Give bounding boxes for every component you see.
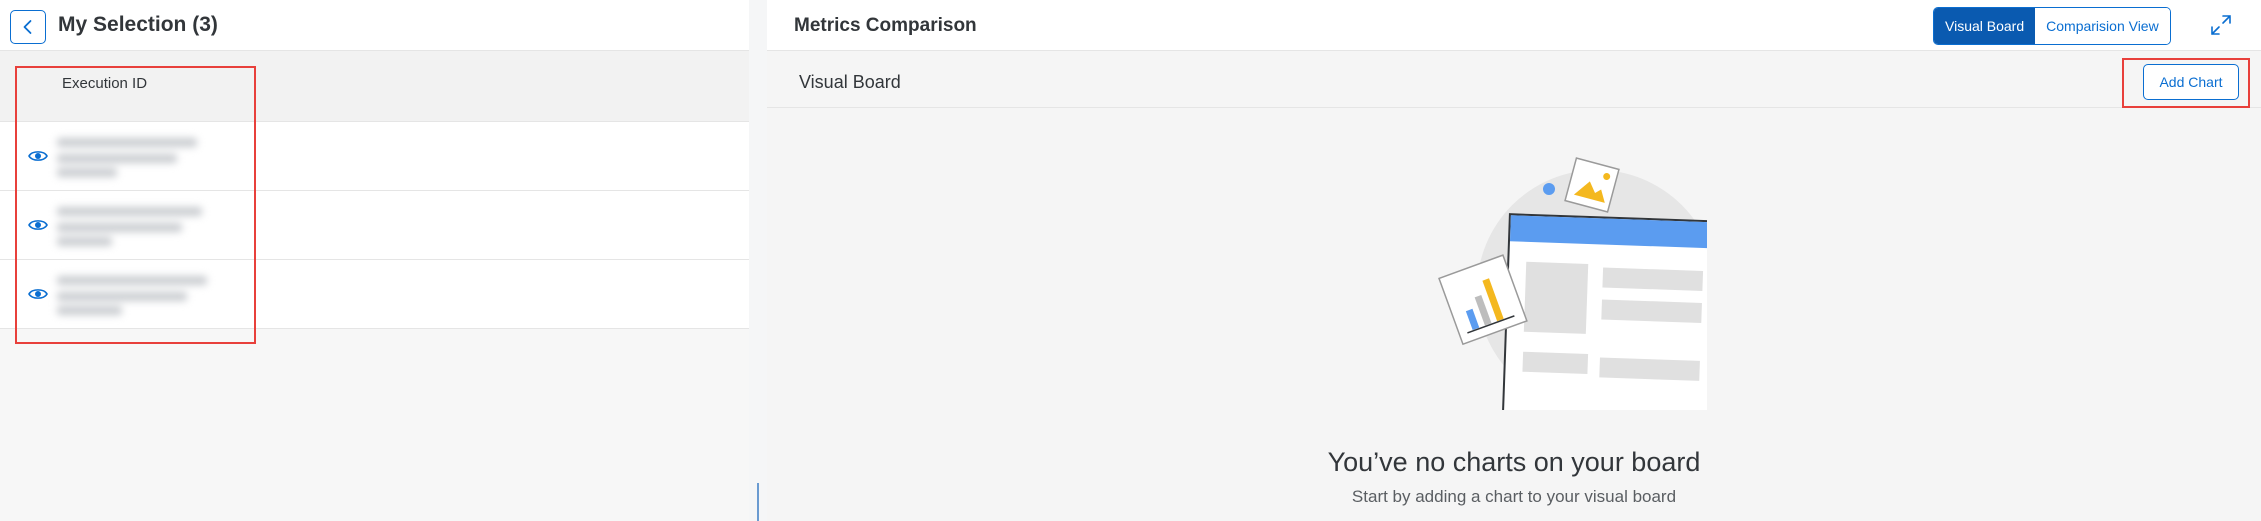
execution-id-value-redacted	[57, 272, 217, 316]
execution-id-column-header[interactable]: Execution ID	[62, 75, 147, 92]
table-row[interactable]	[0, 191, 749, 260]
eye-icon[interactable]	[28, 286, 48, 302]
table-row[interactable]	[0, 122, 749, 191]
empty-board-illustration	[1387, 150, 1741, 424]
add-chart-button[interactable]: Add Chart	[2143, 64, 2239, 100]
empty-state-subtitle: Start by adding a chart to your visual b…	[1351, 487, 1677, 506]
chevron-left-icon	[23, 20, 32, 34]
visual-board-title: Visual Board	[799, 72, 901, 92]
fullscreen-icon[interactable]	[2210, 14, 2232, 36]
selection-panel: My Selection (3) Execution ID	[0, 0, 749, 521]
empty-state-title: You’ve no charts on your board	[1327, 447, 1701, 477]
eye-icon[interactable]	[28, 217, 48, 233]
visual-board-toolbar: Visual Board Add Chart	[767, 51, 2261, 108]
back-button[interactable]	[10, 10, 46, 44]
execution-id-value-redacted	[57, 134, 217, 178]
comparison-view-toggle[interactable]: Comparision View	[2035, 8, 2170, 44]
metrics-panel: Metrics Comparison Visual Board Comparis…	[767, 0, 2261, 521]
metrics-title: Metrics Comparison	[794, 15, 977, 36]
view-toggle: Visual Board Comparision View	[1933, 7, 2171, 45]
table-row[interactable]	[0, 260, 749, 329]
selection-header: My Selection (3)	[0, 0, 749, 51]
metrics-header: Metrics Comparison Visual Board Comparis…	[767, 0, 2261, 51]
visual-board-toggle[interactable]: Visual Board	[1934, 8, 2036, 44]
panel-divider[interactable]	[757, 483, 759, 521]
execution-id-value-redacted	[57, 203, 217, 247]
eye-icon[interactable]	[28, 148, 48, 164]
execution-table: Execution ID	[0, 51, 749, 329]
table-header: Execution ID	[0, 51, 749, 122]
selection-title: My Selection (3)	[58, 13, 218, 36]
